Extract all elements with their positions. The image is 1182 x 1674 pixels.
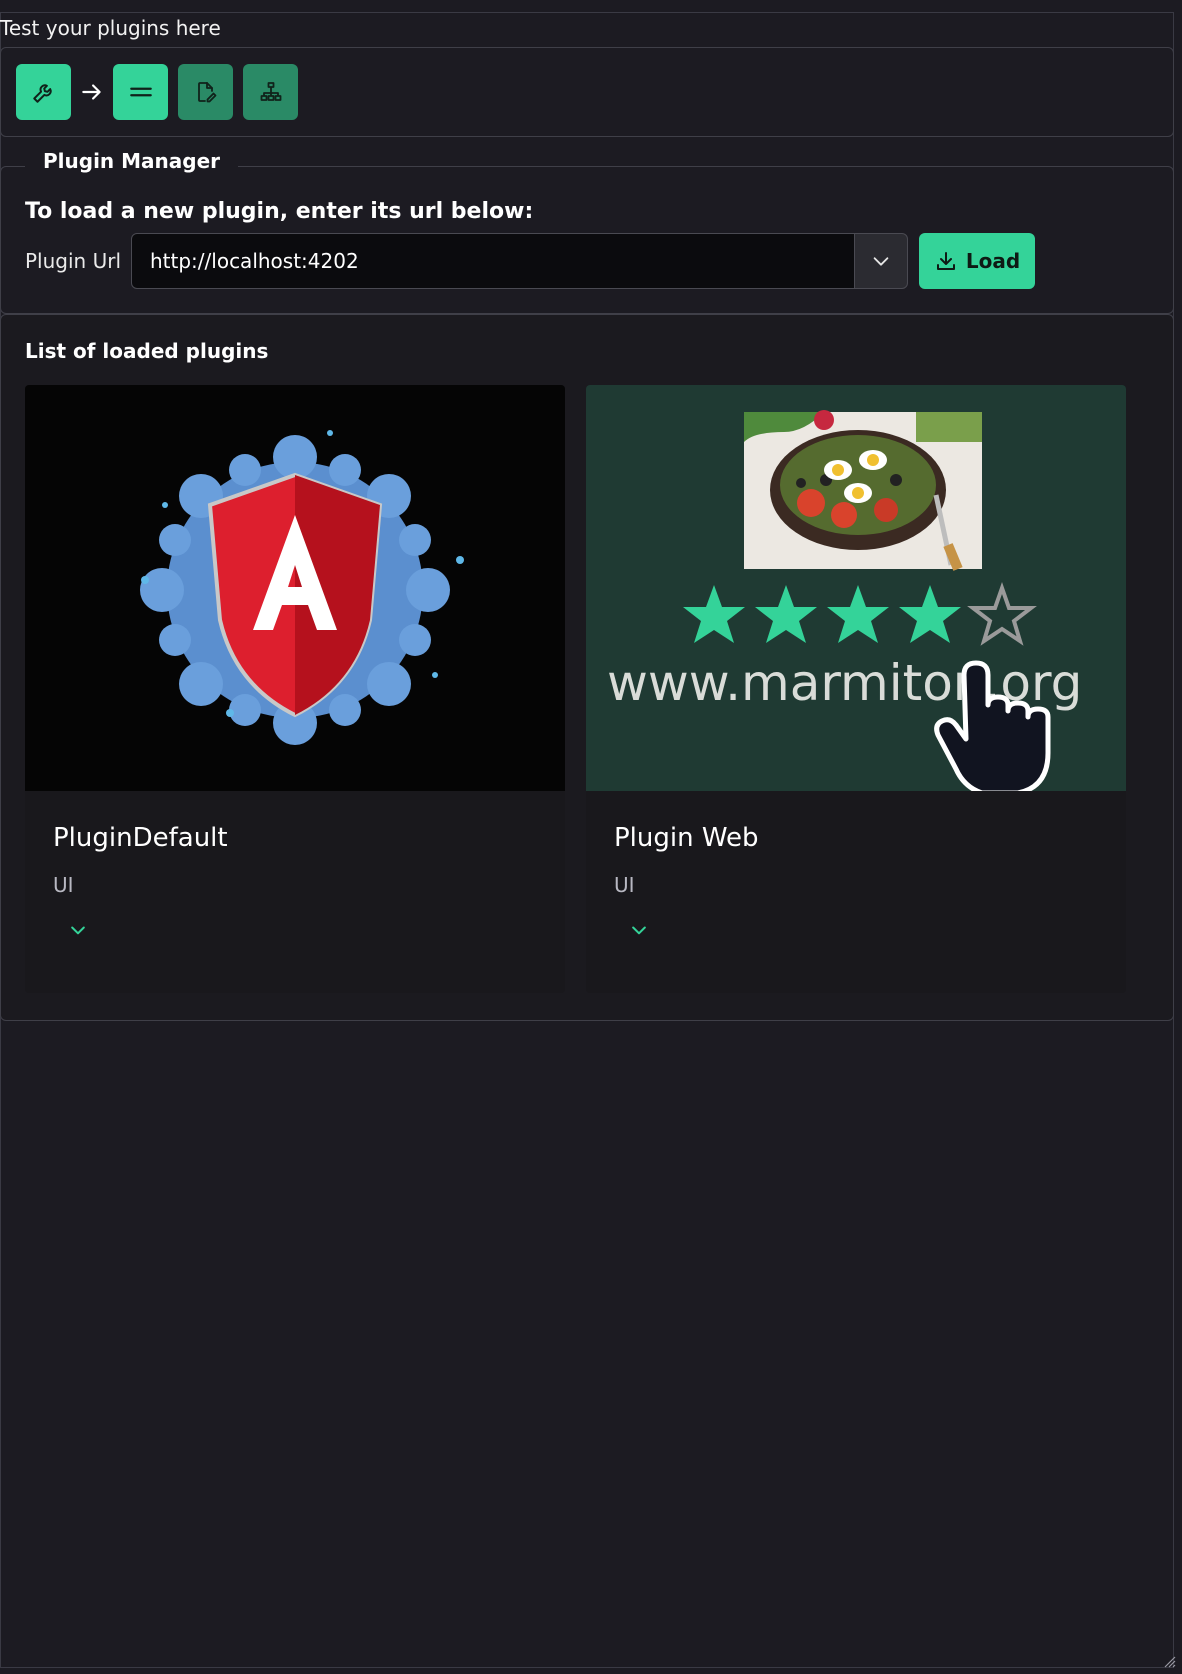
wrench-button[interactable] xyxy=(16,64,71,120)
plugin-card[interactable]: www.marmiton.org Plugin Web UI xyxy=(586,385,1126,993)
page-title: Test your plugins here xyxy=(0,16,221,40)
expand-chevron-icon[interactable] xyxy=(626,920,652,944)
plugin-name: Plugin Web xyxy=(614,823,759,853)
expand-chevron-icon[interactable] xyxy=(65,920,91,944)
loaded-plugins-title: List of loaded plugins xyxy=(25,339,269,363)
marmiton-preview: www.marmiton.org xyxy=(586,385,1126,791)
equals-icon xyxy=(129,87,152,97)
angular-shield-logo xyxy=(25,385,565,791)
plugin-url-input[interactable] xyxy=(131,233,855,289)
loaded-plugins-panel: List of loaded plugins PluginDefault UI … xyxy=(0,314,1174,1021)
resize-grip-icon[interactable] xyxy=(1160,1652,1176,1668)
plugin-url-dropdown[interactable] xyxy=(854,233,908,289)
plugin-manager-panel: Plugin Manager To load a new plugin, ent… xyxy=(0,139,1174,314)
plugin-name: PluginDefault xyxy=(53,823,228,853)
file-edit-button[interactable] xyxy=(178,64,233,120)
plugin-manager-legend: Plugin Manager xyxy=(25,139,239,183)
chevron-down-icon xyxy=(873,257,889,266)
plugin-card[interactable]: PluginDefault UI xyxy=(25,385,565,993)
file-edit-icon xyxy=(197,82,216,103)
load-instructions: To load a new plugin, enter its url belo… xyxy=(25,199,534,224)
sitemap-button[interactable] xyxy=(243,64,298,120)
arrow-right-icon xyxy=(77,64,107,120)
sitemap-icon xyxy=(260,82,281,101)
equals-button[interactable] xyxy=(113,64,168,120)
plugin-url-label: Plugin Url xyxy=(25,249,121,273)
plugin-toolbar xyxy=(0,47,1174,137)
load-button-label: Load xyxy=(965,249,1021,273)
load-button[interactable]: Load xyxy=(919,233,1035,289)
download-icon xyxy=(936,252,955,270)
plugin-type: UI xyxy=(614,873,635,897)
plugin-type: UI xyxy=(53,873,74,897)
wrench-icon xyxy=(32,84,52,103)
